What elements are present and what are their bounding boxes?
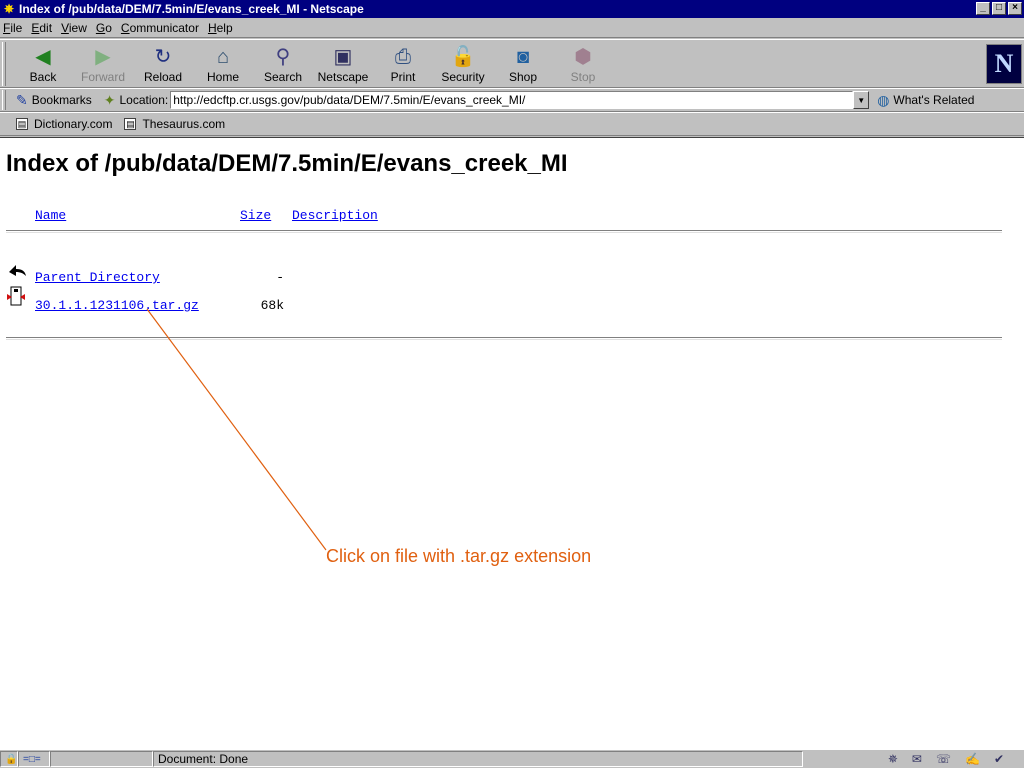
reload-button[interactable]: ↻ Reload: [132, 44, 194, 86]
window-title: Index of /pub/data/DEM/7.5min/E/evans_cr…: [19, 2, 364, 16]
bookmark-page-icon: ▤: [124, 118, 137, 130]
component-bar: ✵ ✉ ☏ ✍ ✔: [888, 752, 1004, 766]
netscape-button[interactable]: ▣ Netscape: [312, 44, 374, 86]
status-bar: 🔒 =□= Document: Done ✵ ✉ ☏ ✍ ✔: [0, 749, 1024, 768]
toolbar-grip[interactable]: [2, 42, 6, 86]
netscape-app-icon: ✵: [3, 2, 15, 16]
parent-directory-back-icon: [6, 260, 26, 280]
page-title: Index of /pub/data/DEM/7.5min/E/evans_cr…: [6, 150, 568, 177]
search-button[interactable]: ⚲ Search: [252, 44, 314, 86]
location-dropdown-button[interactable]: ▼: [853, 91, 870, 109]
back-button[interactable]: ◀ Back: [12, 44, 74, 86]
annotation-callout: Click on file with .tar.gz extension: [326, 546, 592, 566]
location-toolbar-grip[interactable]: [2, 90, 6, 110]
home-button[interactable]: ⌂ Home: [192, 44, 254, 86]
close-button[interactable]: ×: [1008, 2, 1022, 15]
bookmarks-button[interactable]: ✎ Bookmarks: [10, 92, 98, 109]
bookmark-thesaurus[interactable]: ▤ Thesaurus.com: [124, 117, 225, 131]
bookmark-page-icon: ▤: [16, 118, 28, 130]
shopping-bag-icon: ◙: [516, 46, 530, 68]
compressed-file-icon: [6, 286, 26, 306]
print-button[interactable]: ⎙ Print: [372, 44, 434, 86]
menu-bar: File Edit View Go Communicator Help: [0, 18, 1024, 38]
menu-help[interactable]: Help: [205, 21, 239, 35]
netscape-logo[interactable]: N: [986, 44, 1022, 84]
mail-icon[interactable]: ✉: [912, 752, 922, 766]
divider-bottom: [6, 337, 1002, 340]
progress-bar: [50, 751, 153, 767]
menu-view[interactable]: View: [58, 21, 93, 35]
dropdown-arrow-icon: ▼: [857, 95, 866, 105]
lock-icon: 🔒: [5, 753, 18, 765]
security-status-icon[interactable]: 🔒: [0, 751, 18, 767]
column-header-description[interactable]: Description: [292, 208, 378, 223]
column-header-name[interactable]: Name: [35, 208, 66, 223]
location-input[interactable]: [170, 91, 854, 109]
bookmark-dictionary[interactable]: ▤ Dictionary.com: [16, 117, 112, 131]
location-label: ✦ Location:: [103, 91, 169, 109]
search-icon: ⚲: [275, 46, 291, 68]
window-controls: _ □ ×: [976, 2, 1022, 15]
page-content: Index of /pub/data/DEM/7.5min/E/evans_cr…: [0, 137, 1024, 749]
stop-button[interactable]: ⬢ Stop: [552, 44, 614, 86]
tar-gz-file-link[interactable]: 30.1.1.1231106.tar.gz: [35, 298, 199, 313]
maximize-button[interactable]: □: [992, 2, 1006, 15]
parent-directory-size: -: [276, 270, 284, 285]
my-netscape-icon: ▣: [333, 46, 353, 68]
menu-edit[interactable]: Edit: [28, 21, 58, 35]
bookmarks-icon: ✎: [16, 91, 28, 108]
status-text: Document: Done: [153, 751, 803, 767]
printer-icon: ⎙: [395, 46, 411, 68]
discussions-icon[interactable]: ☏: [936, 752, 951, 766]
stop-icon: ⬢: [574, 46, 592, 68]
personal-toolbar: ▤ Dictionary.com ▤ Thesaurus.com: [0, 112, 1024, 136]
composer-icon[interactable]: ✍: [965, 752, 980, 766]
connection-status: =□=: [18, 751, 50, 767]
navigator-icon[interactable]: ✵: [888, 752, 898, 766]
menu-file[interactable]: File: [0, 21, 28, 35]
menu-communicator[interactable]: Communicator: [118, 21, 205, 35]
security-button[interactable]: 🔓 Security: [432, 44, 494, 86]
column-header-size[interactable]: Size: [240, 208, 271, 223]
whats-related-button[interactable]: ◍ What's Related: [877, 92, 974, 109]
page-proxy-icon[interactable]: ✦: [104, 92, 116, 109]
shop-button[interactable]: ◙ Shop: [492, 44, 554, 86]
divider-top: [6, 230, 1002, 233]
location-toolbar: ✎ Bookmarks ✦ Location: ▼ ◍ What's Relat…: [0, 88, 1024, 112]
title-bar: ✵ Index of /pub/data/DEM/7.5min/E/evans_…: [0, 0, 1024, 18]
whats-related-icon: ◍: [877, 91, 890, 108]
padlock-icon: 🔓: [450, 46, 476, 68]
tar-gz-file-size: 68k: [260, 298, 284, 313]
menu-go[interactable]: Go: [93, 21, 118, 35]
back-arrow-icon: ◀: [35, 46, 51, 68]
forward-button[interactable]: ▶ Forward: [72, 44, 134, 86]
forward-arrow-icon: ▶: [95, 46, 111, 68]
aim-icon[interactable]: ✔: [994, 752, 1004, 766]
navigation-toolbar: ◀ Back ▶ Forward ↻ Reload ⌂ Home ⚲ Searc…: [0, 39, 1024, 88]
reload-icon: ↻: [154, 46, 172, 68]
connection-icon: =□=: [23, 753, 41, 765]
parent-directory-link[interactable]: Parent Directory: [35, 270, 160, 285]
home-icon: ⌂: [216, 46, 230, 68]
minimize-button[interactable]: _: [976, 2, 990, 15]
